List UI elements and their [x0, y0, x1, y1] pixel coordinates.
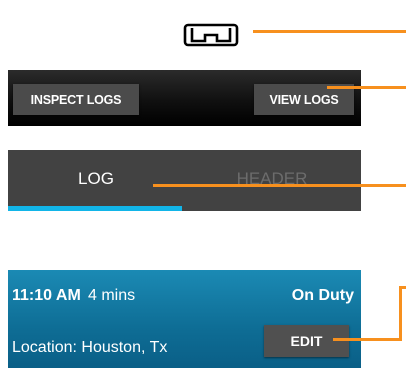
tab-header[interactable]: HEADER: [184, 150, 360, 211]
callout-line-tabs: [153, 184, 406, 187]
log-tabs: LOG HEADER: [8, 150, 361, 211]
logs-toolbar: INSPECT LOGS VIEW LOGS: [8, 70, 361, 126]
status-time: 11:10 AM: [12, 287, 81, 304]
inspect-logs-button[interactable]: INSPECT LOGS: [13, 84, 139, 115]
callout-line-view-logs: [327, 86, 406, 89]
callout-line-edit-horizontal: [333, 338, 402, 341]
tab-log[interactable]: LOG: [8, 150, 184, 211]
edit-button[interactable]: EDIT: [264, 325, 349, 357]
duty-status: On Duty: [291, 287, 354, 304]
callout-line-edit-top: [399, 286, 406, 289]
bracket-logo-icon: [183, 23, 239, 47]
status-duration: 4 mins: [88, 287, 136, 304]
selected-tab-indicator: [8, 206, 182, 211]
callout-line-logo: [253, 30, 406, 33]
callout-line-edit-vertical: [399, 286, 402, 341]
status-location: Location: Houston, Tx: [12, 339, 168, 356]
duty-status-panel: 11:10 AM 4 mins On Duty Location: Housto…: [8, 270, 361, 368]
